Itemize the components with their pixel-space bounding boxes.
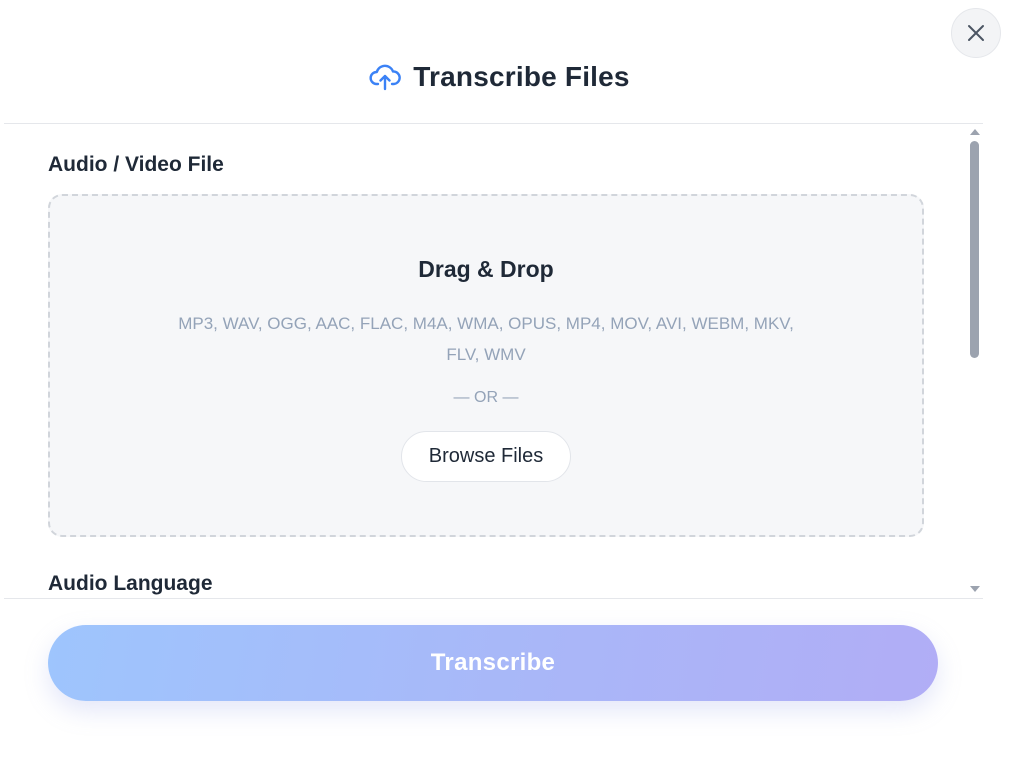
supported-formats: MP3, WAV, OGG, AAC, FLAC, M4A, WMA, OPUS… xyxy=(178,314,794,364)
dialog-header: Transcribe Files xyxy=(4,0,983,124)
transcribe-dialog: Transcribe Files Audio / Video File Drag… xyxy=(0,0,1013,759)
scroll-down-arrow[interactable] xyxy=(970,586,980,592)
scrollbar-thumb[interactable] xyxy=(970,141,979,358)
title-group: Transcribe Files xyxy=(369,60,630,93)
language-section-label: Audio Language xyxy=(48,572,213,595)
browse-files-button[interactable]: Browse Files xyxy=(401,431,571,482)
transcribe-button[interactable]: Transcribe xyxy=(48,625,938,701)
cloud-upload-icon xyxy=(369,64,402,90)
scroll-up-arrow[interactable] xyxy=(970,129,980,135)
or-separator: — OR — xyxy=(453,389,519,406)
dropzone-title: Drag & Drop xyxy=(418,256,554,282)
dialog-body: Audio / Video File Drag & Drop MP3, WAV,… xyxy=(4,124,983,599)
file-dropzone[interactable]: Drag & Drop MP3, WAV, OGG, AAC, FLAC, M4… xyxy=(48,194,924,537)
dialog-title: Transcribe Files xyxy=(413,60,630,92)
file-section-label: Audio / Video File xyxy=(48,153,224,176)
